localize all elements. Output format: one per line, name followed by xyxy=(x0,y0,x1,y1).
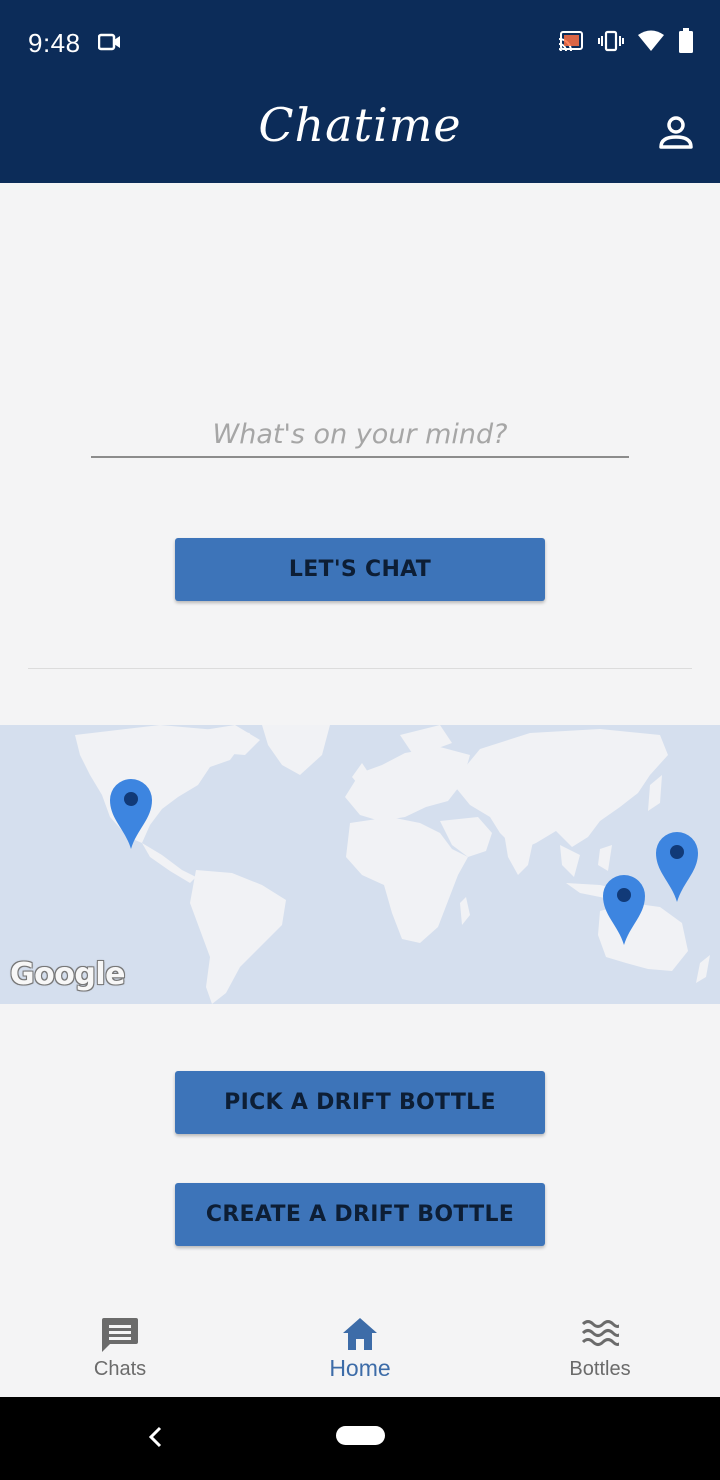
prompt-field[interactable] xyxy=(91,412,629,458)
chat-icon xyxy=(100,1314,140,1354)
system-nav-bar xyxy=(0,1397,720,1480)
cast-icon xyxy=(558,30,584,57)
nav-item-home[interactable]: Home xyxy=(240,1296,480,1397)
vibrate-icon xyxy=(598,30,624,57)
waves-icon xyxy=(581,1314,619,1354)
profile-button[interactable] xyxy=(656,114,696,154)
bottom-nav: Chats Home Bottles xyxy=(0,1296,720,1397)
prompt-input[interactable] xyxy=(91,412,629,456)
pick-drift-bottle-button[interactable]: PICK A DRIFT BOTTLE xyxy=(175,1071,545,1134)
nav-label-bottles: Bottles xyxy=(569,1358,631,1380)
divider xyxy=(28,668,692,669)
status-bar: 9:48 xyxy=(0,0,720,84)
home-icon xyxy=(341,1314,379,1354)
map-marker[interactable] xyxy=(654,830,700,902)
nav-item-bottles[interactable]: Bottles xyxy=(480,1296,720,1397)
nav-item-chats[interactable]: Chats xyxy=(0,1296,240,1397)
back-icon[interactable] xyxy=(146,1425,164,1454)
status-icons xyxy=(558,28,694,59)
nav-label-chats: Chats xyxy=(93,1358,147,1380)
google-logo[interactable]: Google xyxy=(10,957,125,992)
app-title: Chatime xyxy=(258,98,462,152)
home-gesture-pill[interactable] xyxy=(336,1426,385,1445)
create-drift-bottle-button[interactable]: CREATE A DRIFT BOTTLE xyxy=(175,1183,545,1246)
map-marker[interactable] xyxy=(108,777,154,849)
status-time: 9:48 xyxy=(28,28,81,58)
battery-icon xyxy=(678,28,694,59)
video-camera-icon xyxy=(97,32,122,57)
account-icon xyxy=(656,116,696,158)
app-bar: Chatime xyxy=(0,84,720,183)
nav-label-home: Home xyxy=(329,1355,391,1381)
map-marker[interactable] xyxy=(601,873,647,945)
world-map[interactable]: Google xyxy=(0,725,720,1004)
lets-chat-button[interactable]: LET'S CHAT xyxy=(175,538,545,601)
wifi-icon xyxy=(638,30,664,57)
